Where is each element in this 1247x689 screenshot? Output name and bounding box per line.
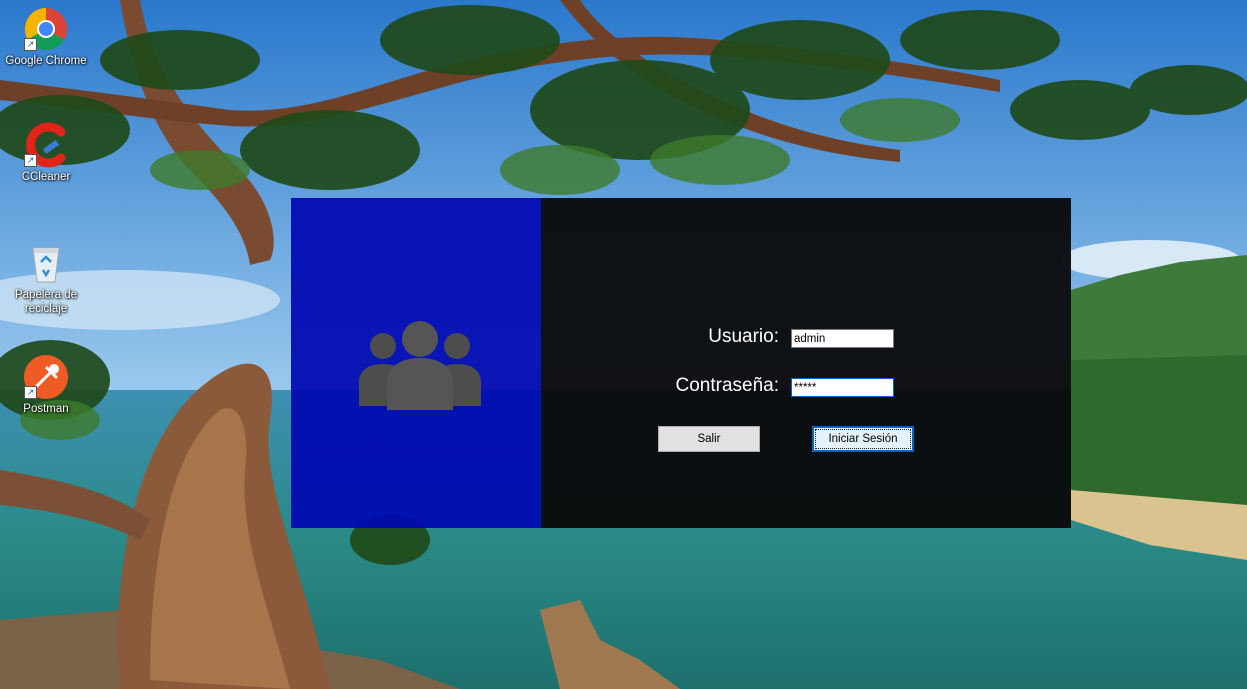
login-button[interactable]: Iniciar Sesión [812, 426, 914, 452]
users-group-icon [359, 321, 481, 410]
desktop-icon-label: CCleaner [21, 171, 71, 183]
login-window: Usuario: Contraseña: Salir Iniciar Sesió… [291, 198, 1071, 528]
login-side-panel [291, 198, 541, 528]
desktop-icon-postman[interactable]: ↗ Postman [1, 354, 91, 416]
password-label: Contraseña: [675, 375, 779, 396]
postman-icon: ↗ [23, 354, 69, 400]
login-form-panel: Usuario: Contraseña: Salir Iniciar Sesió… [541, 198, 1071, 528]
shortcut-arrow-icon: ↗ [24, 386, 37, 399]
shortcut-arrow-icon: ↗ [24, 38, 37, 51]
shortcut-arrow-icon: ↗ [24, 154, 37, 167]
desktop-icon-label: Google Chrome [5, 55, 87, 67]
ccleaner-icon: ↗ [23, 122, 69, 168]
chrome-icon: ↗ [23, 6, 69, 52]
desktop-icon-label: Postman [23, 403, 69, 415]
desktop-icon-label: Papelera de reciclaje [14, 289, 78, 315]
desktop-icon-recycle-bin[interactable]: Papelera de reciclaje [1, 240, 91, 316]
password-field[interactable] [791, 378, 894, 397]
desktop-icon-chrome[interactable]: ↗ Google Chrome [1, 6, 91, 68]
exit-button[interactable]: Salir [658, 426, 760, 452]
recycle-bin-icon [23, 240, 69, 286]
username-field[interactable] [791, 329, 894, 348]
username-label: Usuario: [708, 326, 779, 347]
desktop-icon-ccleaner[interactable]: ↗ CCleaner [1, 122, 91, 184]
